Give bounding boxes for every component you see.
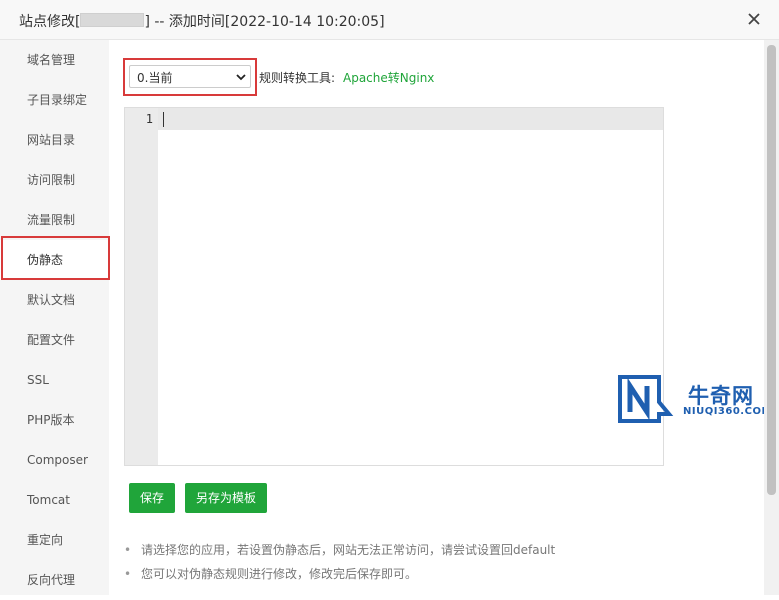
dialog-title-suffix: ] -- 添加时间[2022-10-14 10:20:05] xyxy=(144,14,385,30)
sidebar-item-label: 子目录绑定 xyxy=(27,93,88,107)
tip-item: 请选择您的应用，若设置伪静态后，网站无法正常访问，请尝试设置回default xyxy=(124,541,555,565)
sidebar-item-label: Composer xyxy=(27,453,88,467)
sidebar-item-label: 网站目录 xyxy=(27,133,76,147)
sidebar-item-redirect[interactable]: 重定向 xyxy=(0,520,109,560)
sidebar-item-access-limit[interactable]: 访问限制 xyxy=(0,160,109,200)
close-icon[interactable] xyxy=(744,9,764,29)
save-as-template-button[interactable]: 另存为模板 xyxy=(185,483,267,513)
sidebar-item-domain[interactable]: 域名管理 xyxy=(0,40,109,80)
sidebar-item-composer[interactable]: Composer xyxy=(0,440,109,480)
sidebar-item-ssl[interactable]: SSL xyxy=(0,360,109,400)
sidebar-item-label: 重定向 xyxy=(27,533,64,547)
dialog-title: 站点修改[ ] -- 添加时间[2022-10-14 10:20:05] xyxy=(19,11,385,31)
highlight-box-sidebar xyxy=(1,236,110,280)
line-number: 1 xyxy=(145,112,153,126)
watermark-domain: NIUQI360.COM xyxy=(683,406,772,417)
rewrite-code-editor[interactable]: 1 xyxy=(124,107,664,466)
save-button[interactable]: 保存 xyxy=(129,483,175,513)
rule-converter-label: 规则转换工具: xyxy=(259,71,336,85)
sidebar-item-label: 反向代理 xyxy=(27,573,76,587)
sidebar-item-config-file[interactable]: 配置文件 xyxy=(0,320,109,360)
scrollbar-thumb[interactable] xyxy=(767,45,776,495)
dialog-title-prefix: 站点修改[ xyxy=(19,14,81,30)
sidebar-item-label: 访问限制 xyxy=(27,173,76,187)
sidebar-item-label: SSL xyxy=(27,373,49,387)
sidebar: 域名管理 子目录绑定 网站目录 访问限制 流量限制 伪静态 默认文档 配置文件 … xyxy=(0,40,109,595)
sidebar-item-label: 流量限制 xyxy=(27,213,76,227)
text-cursor xyxy=(163,112,164,127)
sidebar-item-label: Tomcat xyxy=(27,493,70,507)
sidebar-item-subdir[interactable]: 子目录绑定 xyxy=(0,80,109,120)
sidebar-item-php-version[interactable]: PHP版本 xyxy=(0,400,109,440)
sidebar-item-label: PHP版本 xyxy=(27,413,75,427)
sidebar-item-label: 默认文档 xyxy=(27,293,76,307)
sidebar-item-label: 域名管理 xyxy=(27,53,76,67)
editor-gutter: 1 xyxy=(125,108,158,465)
sidebar-item-label: 配置文件 xyxy=(27,333,76,347)
sidebar-item-default-doc[interactable]: 默认文档 xyxy=(0,280,109,320)
apache-to-nginx-link[interactable]: Apache转Nginx xyxy=(343,69,434,86)
highlight-box-select xyxy=(123,58,257,96)
tip-item: 您可以对伪静态规则进行修改，修改完后保存即可。 xyxy=(124,565,555,589)
sidebar-item-reverse-proxy[interactable]: 反向代理 xyxy=(0,560,109,600)
dialog-titlebar: 站点修改[ ] -- 添加时间[2022-10-14 10:20:05] xyxy=(0,0,779,40)
tips-list: 请选择您的应用，若设置伪静态后，网站无法正常访问，请尝试设置回default 您… xyxy=(124,541,555,589)
sidebar-item-traffic-limit[interactable]: 流量限制 xyxy=(0,200,109,240)
sidebar-item-site-dir[interactable]: 网站目录 xyxy=(0,120,109,160)
redacted-site-name xyxy=(80,13,145,27)
editor-active-line xyxy=(158,108,663,130)
sidebar-item-tomcat[interactable]: Tomcat xyxy=(0,480,109,520)
